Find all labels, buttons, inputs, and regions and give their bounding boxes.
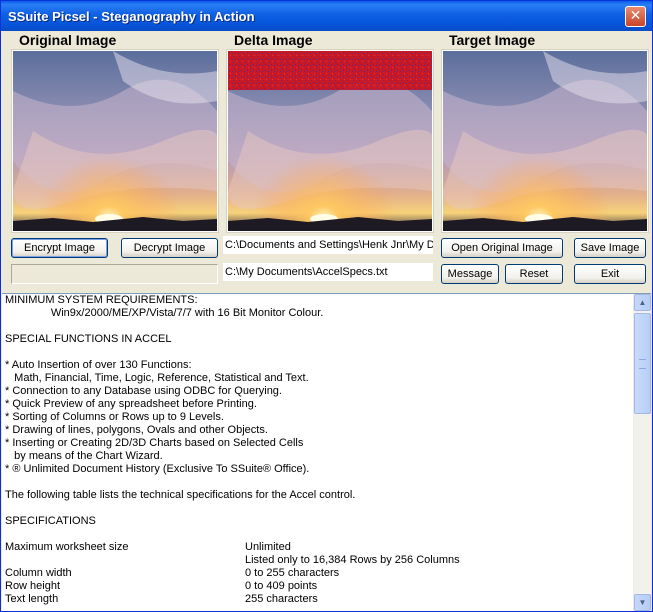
spec-key: Text length	[5, 593, 59, 605]
delta-image-title: Delta Image	[234, 32, 313, 48]
memo-line: MINIMUM SYSTEM REQUIREMENTS:	[5, 294, 198, 306]
original-image-frame	[11, 49, 219, 233]
spec-row: Column width 0 to 255 characters	[5, 567, 630, 580]
memo-line: The following table lists the technical …	[5, 489, 356, 501]
memo-line: SPECIAL FUNCTIONS IN ACCEL	[5, 333, 172, 345]
spec-value: Listed only to 16,384 Rows by 256 Column…	[245, 554, 460, 566]
reset-button[interactable]: Reset	[505, 264, 563, 284]
delta-image	[228, 51, 432, 231]
spec-key: Row height	[5, 580, 61, 592]
app-window: SSuite Picsel - Steganography in Action …	[0, 0, 653, 612]
memo-line: * Inserting or Creating 2D/3D Charts bas…	[5, 437, 304, 449]
memo-line: * Connection to any Database using ODBC …	[5, 385, 282, 397]
original-image	[13, 51, 217, 231]
memo-line	[5, 528, 630, 541]
encrypt-image-button[interactable]: Encrypt Image	[11, 238, 108, 258]
delta-image-frame	[226, 49, 434, 233]
target-image-title: Target Image	[449, 32, 536, 48]
memo-line: by means of the Chart Wizard.	[5, 450, 163, 462]
spec-value: 0 to 409 points	[245, 580, 318, 592]
open-original-image-button[interactable]: Open Original Image	[441, 238, 563, 258]
scrollbar-thumb[interactable]	[634, 313, 651, 414]
memo-line: * Drawing of lines, polygons, Ovals and …	[5, 424, 268, 436]
memo-line: Win9x/2000/ME/XP/Vista/7/7 with 16 Bit M…	[5, 307, 324, 319]
text-path-field[interactable]: C:\My Documents\AccelSpecs.txt	[223, 263, 433, 281]
decrypt-image-button[interactable]: Decrypt Image	[121, 238, 218, 258]
scroll-down-arrow-icon[interactable]: ▼	[634, 594, 651, 611]
memo-line: SPECIFICATIONS	[5, 515, 96, 527]
scroll-up-arrow-icon[interactable]: ▲	[634, 294, 651, 311]
memo-line	[5, 476, 630, 489]
memo-line: * Auto Insertion of over 130 Functions:	[5, 359, 192, 371]
target-image-frame	[441, 49, 649, 233]
exit-button[interactable]: Exit	[574, 264, 646, 284]
spec-row: Maximum worksheet size Unlimited	[5, 541, 630, 554]
spec-value: 0 to 255 characters	[245, 567, 340, 579]
delta-image-panel: Delta Image C:\Documents and Settings\He…	[223, 31, 434, 289]
window-title: SSuite Picsel - Steganography in Action	[8, 9, 255, 24]
original-image-title: Original Image	[19, 32, 117, 48]
spec-value: Unlimited	[245, 541, 291, 553]
grip-icon	[639, 359, 646, 369]
save-image-button[interactable]: Save Image	[574, 238, 646, 258]
original-image-panel: Original Image Encrypt Image Decrypt Ima…	[11, 31, 219, 289]
memo-line	[5, 502, 630, 515]
close-icon: ✕	[629, 8, 642, 24]
message-text-area[interactable]: MINIMUM SYSTEM REQUIREMENTS: Win9x/2000/…	[2, 293, 651, 611]
target-image	[443, 51, 647, 231]
spec-key: Maximum worksheet size	[5, 541, 129, 553]
spec-row: Text length 255 characters	[5, 593, 630, 606]
memo-line: * Quick Preview of any spreadsheet befor…	[5, 398, 257, 410]
spec-row: Listed only to 16,384 Rows by 256 Column…	[5, 554, 630, 567]
image-path-field[interactable]: C:\Documents and Settings\Henk Jnr\My D	[223, 236, 433, 254]
status-box	[11, 264, 218, 284]
memo-line: Math, Financial, Time, Logic, Reference,…	[5, 372, 309, 384]
title-bar[interactable]: SSuite Picsel - Steganography in Action …	[1, 1, 652, 31]
spec-value: 255 characters	[245, 593, 318, 605]
spec-key: Column width	[5, 567, 72, 579]
message-text: MINIMUM SYSTEM REQUIREMENTS: Win9x/2000/…	[5, 294, 630, 606]
spec-row: Row height 0 to 409 points	[5, 580, 630, 593]
memo-line	[5, 320, 630, 333]
memo-line	[5, 346, 630, 359]
vertical-scrollbar[interactable]: ▲ ▼	[633, 294, 651, 611]
memo-line: * ® Unlimited Document History (Exclusiv…	[5, 463, 310, 475]
memo-line: * Sorting of Columns or Rows up to 9 Lev…	[5, 411, 224, 423]
close-button[interactable]: ✕	[625, 6, 646, 27]
target-image-panel: Target Image Open Original Image Save Im…	[441, 31, 649, 289]
message-button[interactable]: Message	[441, 264, 499, 284]
